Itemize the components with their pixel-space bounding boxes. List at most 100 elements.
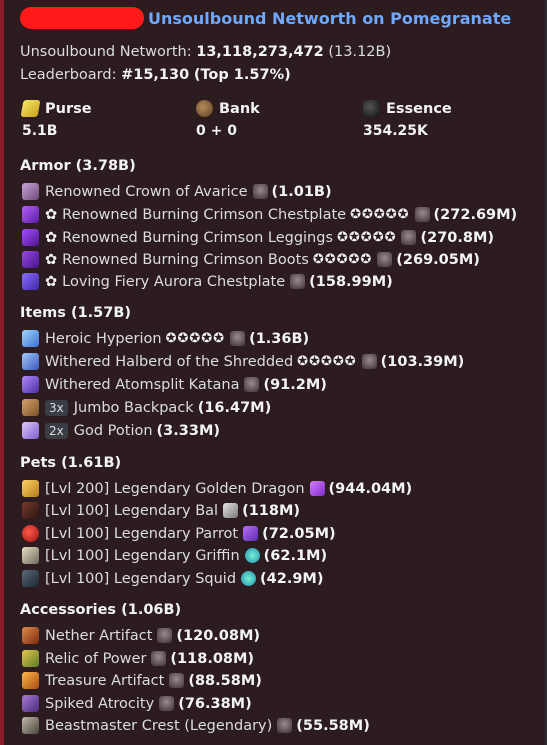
bank-value: 0 + 0 [196, 123, 237, 139]
sword-icon [22, 330, 39, 347]
pet-value: (62.1M) [263, 547, 328, 564]
redacted-username [20, 7, 144, 29]
networth-value: 13,118,273,472 [196, 44, 324, 60]
armor-row: ✿ Renowned Burning Crimson Boots ✪✪✪✪✪ (… [22, 249, 480, 270]
armor-name: Renowned Burning Crimson Chestplate [62, 206, 347, 223]
item-value: (103.39M) [380, 353, 465, 370]
pet-item-icon [243, 526, 259, 541]
pet-name: [Lvl 100] Legendary Squid [45, 570, 237, 587]
item-name: Heroic Hyperion [45, 330, 162, 347]
pet-value: (72.05M) [262, 525, 336, 542]
pet-row: [Lvl 200] Legendary Golden Dragon (944.0… [22, 478, 412, 499]
golden-dragon-icon [22, 480, 39, 497]
bank-icon [196, 100, 213, 117]
accessory-value: (55.58M) [296, 717, 370, 734]
items-section-title: Items (1.57B) [20, 305, 132, 321]
purse-value: 5.1B [22, 123, 58, 139]
pet-value: (42.9M) [260, 570, 324, 587]
soulbound-icon [377, 252, 393, 267]
pet-row: [Lvl 100] Legendary Bal (118M) [22, 500, 300, 521]
armor-value: (270.8M) [420, 229, 495, 246]
item-name: God Potion [73, 422, 153, 439]
boots-icon [22, 251, 39, 268]
essence-field: Essence 354.25K [363, 100, 452, 139]
pet-item-icon [223, 503, 239, 518]
armor-row: ✿ Renowned Burning Crimson Leggings ✪✪✪✪… [22, 227, 494, 248]
pet-value: (118M) [242, 502, 301, 519]
pet-item-icon [244, 548, 260, 563]
pet-item-icon [309, 481, 325, 496]
item-name: Withered Halberd of the Shredded [45, 353, 294, 370]
accessory-row: Beastmaster Crest (Legendary) (55.58M) [22, 715, 370, 736]
soulbound-icon [159, 696, 175, 711]
soulbound-icon [414, 207, 430, 222]
accessory-name: Beastmaster Crest (Legendary) [45, 717, 273, 734]
armor-value: (1.01B) [271, 183, 332, 200]
armor-row: ✿ Loving Fiery Aurora Chestplate (158.99… [22, 271, 393, 292]
armor-name: Loving Fiery Aurora Chestplate [62, 273, 286, 290]
accessory-name: Relic of Power [45, 650, 147, 667]
networth-embed: Unsoulbound Networth on Pomegranate Unso… [0, 0, 545, 745]
leaderboard-pct: (Top 1.57%) [193, 67, 291, 83]
armor-section-title: Armor (3.78B) [20, 158, 136, 174]
accessory-value: (88.58M) [188, 672, 262, 689]
accessory-row: Nether Artifact (120.08M) [22, 625, 260, 646]
leaderboard-line: Leaderboard: #15,130 (Top 1.57%) [20, 67, 291, 83]
armor-name: Renowned Burning Crimson Boots [62, 251, 309, 268]
pet-item-icon [241, 571, 257, 586]
pet-row: [Lvl 100] Legendary Squid (42.9M) [22, 568, 324, 589]
essence-label: Essence [386, 100, 452, 117]
griffin-icon [22, 547, 39, 564]
soulbound-icon [277, 718, 293, 733]
soulbound-icon [361, 354, 377, 369]
item-name: Withered Atomsplit Katana [45, 376, 240, 393]
armor-value: (158.99M) [309, 273, 393, 290]
flower-icon: ✿ [45, 251, 58, 268]
armor-row: Renowned Crown of Avarice (1.01B) [22, 181, 332, 202]
pet-name: [Lvl 100] Legendary Parrot [45, 525, 239, 542]
star-rating: ✪✪✪✪✪ [337, 230, 397, 245]
soulbound-icon [169, 673, 185, 688]
embed-title-link[interactable]: Unsoulbound Networth on Pomegranate [148, 9, 511, 28]
item-row: Withered Halberd of the Shredded ✪✪✪✪✪ (… [22, 351, 464, 372]
networth-short: (13.12B) [328, 44, 392, 60]
soulbound-icon [401, 230, 417, 245]
essence-value: 354.25K [363, 123, 428, 139]
chestplate-icon [22, 206, 39, 223]
nether-artifact-icon [22, 627, 39, 644]
embed-author: Unsoulbound Networth on Pomegranate [20, 6, 511, 30]
item-name: Jumbo Backpack [73, 399, 194, 416]
bank-label: Bank [219, 100, 260, 117]
pets-section-title: Pets (1.61B) [20, 455, 122, 471]
backpack-icon [22, 399, 39, 416]
item-value: (1.36B) [249, 330, 310, 347]
leaderboard-label: Leaderboard: [20, 67, 117, 83]
parrot-icon [22, 525, 39, 542]
gold-ingot-icon [20, 100, 41, 117]
star-rating: ✪✪✪✪✪ [312, 252, 373, 267]
pet-row: [Lvl 100] Legendary Parrot (72.05M) [22, 523, 336, 544]
halberd-icon [22, 353, 39, 370]
item-row: Withered Atomsplit Katana (91.2M) [22, 374, 327, 395]
pet-name: [Lvl 100] Legendary Bal [45, 502, 219, 519]
accessory-row: Spiked Atrocity (76.38M) [22, 693, 252, 714]
bal-icon [22, 502, 39, 519]
accessories-section-title: Accessories (1.06B) [20, 602, 182, 618]
armor-name: Renowned Crown of Avarice [45, 183, 248, 200]
chestplate-icon [22, 273, 39, 290]
item-value: (3.33M) [156, 422, 221, 439]
purse-field: Purse 5.1B [20, 100, 92, 139]
pet-name: [Lvl 200] Legendary Golden Dragon [45, 480, 305, 497]
item-count: 2x [45, 422, 68, 439]
accessory-row: Relic of Power (118.08M) [22, 648, 254, 669]
soulbound-icon [230, 331, 246, 346]
relic-icon [22, 650, 39, 667]
treasure-artifact-icon [22, 672, 39, 689]
flower-icon: ✿ [45, 229, 58, 246]
soulbound-icon [244, 377, 260, 392]
item-value: (91.2M) [263, 376, 327, 393]
spiked-atrocity-icon [22, 695, 39, 712]
star-rating: ✪✪✪✪✪ [297, 354, 357, 369]
item-row: 3x Jumbo Backpack (16.47M) [22, 397, 271, 418]
armor-row: ✿ Renowned Burning Crimson Chestplate ✪✪… [22, 204, 517, 225]
